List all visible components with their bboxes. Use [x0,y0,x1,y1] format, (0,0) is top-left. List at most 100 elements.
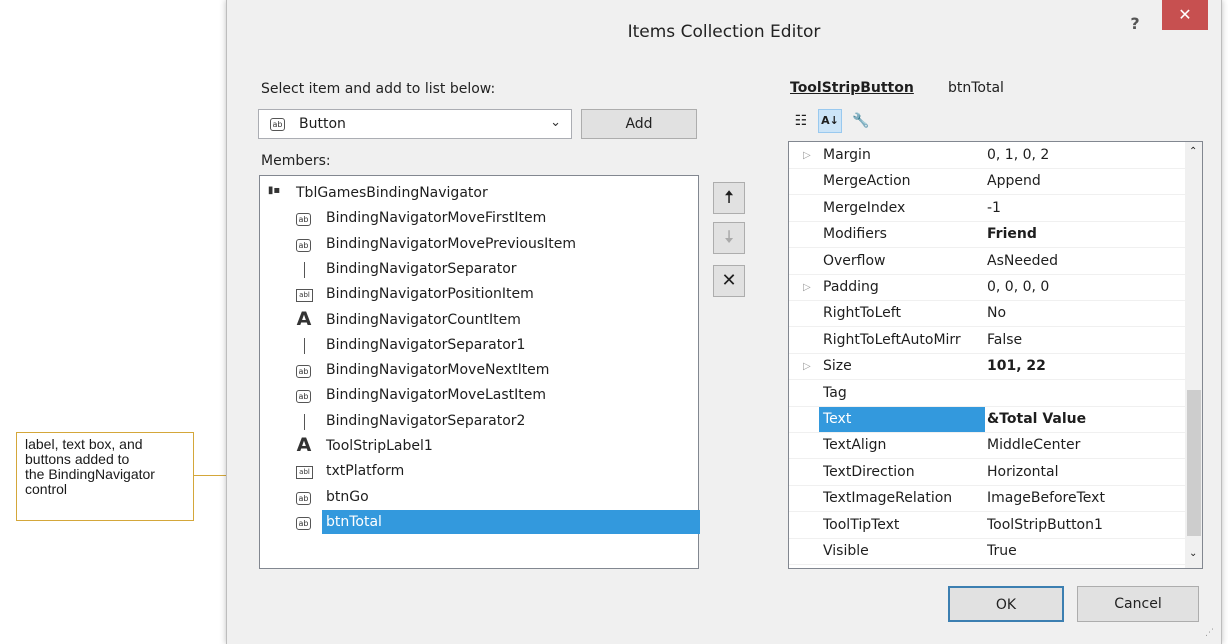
button-icon: ab [270,118,285,131]
property-row[interactable]: ToolTipText ToolStripButton1 [789,513,1185,539]
list-item-label: BindingNavigatorMoveFirstItem [326,210,547,227]
scroll-down-icon[interactable]: ⌄ [1189,548,1197,559]
button-icon: ab [296,213,311,227]
property-value[interactable]: Append [987,169,1177,194]
property-value[interactable]: Friend [987,222,1177,247]
list-item[interactable]: ab BindingNavigatorMoveFirstItem [296,206,696,231]
property-row[interactable]: RightToLeft No [789,301,1185,328]
chevron-down-icon: ⌄ [550,115,561,130]
list-item[interactable]: ab BindingNavigatorMoveNextItem [296,358,696,383]
property-row[interactable]: TextDirection Horizontal [789,460,1185,486]
property-row[interactable]: ▷ Size 101, 22 [789,354,1185,381]
property-value[interactable]: AsNeeded [987,249,1177,274]
property-row[interactable]: Visible True [789,539,1185,565]
alphabetical-icon[interactable]: A↓ [818,109,842,133]
property-value[interactable]: ToolStripButton1 [987,513,1177,538]
scroll-up-icon[interactable]: ⌃ [1189,146,1197,157]
property-value[interactable]: 0, 1, 0, 2 [987,143,1177,168]
categorized-icon[interactable]: ☷ [790,110,812,132]
delete-button[interactable]: ✕ [713,265,745,297]
arrow-down-icon: 🠇 [724,227,734,248]
property-value[interactable]: True [987,539,1177,564]
property-value[interactable]: Horizontal [987,460,1177,485]
property-value[interactable]: ImageBeforeText [987,486,1177,511]
item-type-combobox[interactable]: ab Button ⌄ [258,109,572,139]
label-icon: A [296,307,312,330]
list-item[interactable]: ab btnGo [296,485,696,510]
property-row[interactable]: RightToLeftAutoMirr False [789,328,1185,354]
move-up-button[interactable]: 🠅 [713,182,745,214]
delete-icon: ✕ [721,270,737,291]
list-item-label: BindingNavigatorCountItem [326,311,521,328]
help-button[interactable]: ? [1122,14,1148,34]
list-item-label: BindingNavigatorMoveNextItem [326,362,550,379]
members-label: Members: [261,153,331,169]
list-item[interactable]: ▮▪ TblGamesBindingNavigator [266,181,686,206]
close-button[interactable]: ✕ [1162,0,1208,30]
move-down-button[interactable]: 🠇 [713,222,745,254]
property-row[interactable]: Tag [789,381,1185,407]
property-value[interactable]: &Total Value [987,407,1177,432]
property-grid[interactable]: Visible True ToolTipText ToolStripButton1 Te… [788,141,1203,569]
button-icon: ab [296,238,311,252]
items-collection-editor-dialog: Items Collection Editor ? ✕ Select item … [226,0,1222,644]
list-item-label: btnTotal [322,509,700,534]
arrow-up-icon: 🠅 [724,187,734,208]
expand-icon[interactable]: ▷ [803,143,811,168]
property-value[interactable]: 0, 0, 0, 0 [987,275,1177,300]
property-row[interactable]: Text &Total Value [789,407,1185,433]
list-item-label: BindingNavigatorMovePreviousItem [326,235,576,252]
toolstrip-icon: ▮▪ [267,185,281,196]
list-item[interactable]: BindingNavigatorSeparator1 [296,333,696,358]
property-row[interactable]: MergeAction Append [789,169,1185,196]
list-item-label: BindingNavigatorMoveLastItem [326,387,546,404]
property-name: Overflow [823,252,886,269]
property-row[interactable]: MergeIndex -1 [789,196,1185,222]
list-item[interactable]: abl BindingNavigatorPositionItem [296,282,696,307]
property-name: Text [819,407,985,432]
scroll-thumb[interactable] [1187,390,1201,536]
property-value[interactable]: No [987,301,1177,326]
button-icon: ab [296,516,311,530]
members-list[interactable]: ▮▪ TblGamesBindingNavigator ab BindingNavig… [259,175,700,569]
add-button[interactable]: Add [581,109,697,139]
list-item[interactable]: ab BindingNavigatorMovePreviousItem [296,232,696,257]
property-row[interactable]: ▷ Padding 0, 0, 0, 0 [789,275,1185,301]
list-item-label: txtPlatform [326,463,405,480]
property-value[interactable]: False [987,328,1177,353]
list-item-label: TblGamesBindingNavigator [296,185,488,201]
list-item-label: BindingNavigatorSeparator1 [326,336,526,353]
select-item-label: Select item and add to list below: [261,81,496,97]
property-value[interactable]: -1 [987,196,1177,221]
list-item[interactable]: A BindingNavigatorCountItem [296,308,696,333]
property-name: Size [823,358,852,375]
property-name: MergeIndex [823,199,906,216]
list-item[interactable]: ab BindingNavigatorMoveLastItem [296,383,696,408]
property-row[interactable]: Overflow AsNeeded [789,249,1185,275]
expand-icon[interactable]: ▷ [803,275,811,300]
list-item[interactable]: A ToolStripLabel1 [296,434,696,459]
list-item-selected[interactable]: ab btnTotal [296,509,700,535]
property-value[interactable]: 101, 22 [987,354,1177,379]
property-row[interactable]: Modifiers Friend [789,222,1185,249]
ok-button[interactable]: OK [948,586,1064,622]
combobox-value: Button [299,116,346,132]
resize-grip-icon[interactable]: ⋰ [1205,628,1214,638]
list-item[interactable]: BindingNavigatorSeparator2 [296,409,696,434]
expand-icon[interactable]: ▷ [803,354,811,379]
property-row[interactable]: TextAlign MiddleCenter [789,433,1185,460]
property-pages-icon[interactable]: 🔧 [851,110,871,132]
property-name: Visible [823,543,869,559]
list-item[interactable]: abl txtPlatform [296,459,696,484]
property-grid-scrollbar[interactable]: ⌃ ⌄ [1185,142,1202,568]
property-row[interactable]: ▷ Margin 0, 1, 0, 2 [789,143,1185,169]
property-name: TextAlign [823,437,887,454]
separator-icon [304,413,305,430]
property-row[interactable]: TextImageRelation ImageBeforeText [789,486,1185,513]
property-value[interactable]: MiddleCenter [987,433,1177,458]
label-icon: A [296,434,312,456]
list-item[interactable]: BindingNavigatorSeparator [296,257,696,282]
cancel-button[interactable]: Cancel [1077,586,1199,622]
dialog-title: Items Collection Editor [627,22,821,42]
textbox-icon: abl [296,289,313,303]
